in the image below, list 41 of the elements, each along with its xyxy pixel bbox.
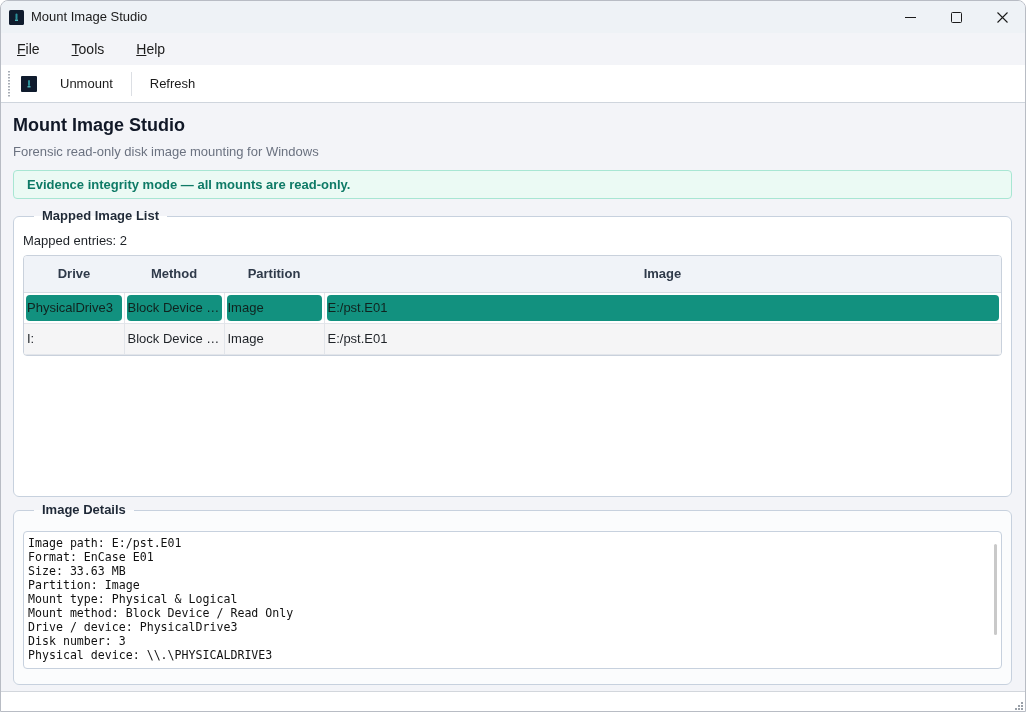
minimize-icon xyxy=(904,16,916,18)
column-header[interactable]: Method xyxy=(124,256,224,292)
read-only-notice: Evidence integrity mode — all mounts are read-only. xyxy=(13,170,1012,199)
column-header[interactable]: Partition xyxy=(224,256,324,292)
menu-item[interactable]: Tools xyxy=(55,33,121,65)
table-cell[interactable]: Image xyxy=(226,325,322,352)
detail-line: Disk number: 3 xyxy=(28,634,127,648)
column-header[interactable]: Drive xyxy=(24,256,124,292)
detail-line: Format: EnCase E01 xyxy=(28,550,155,564)
table-cell[interactable]: I: xyxy=(26,325,122,352)
table-cell[interactable]: PhysicalDrive3 xyxy=(26,294,122,321)
mount-tool-icon[interactable] xyxy=(21,75,37,92)
detail-line: Mount type: Physical & Logical xyxy=(28,592,239,606)
page-subtitle: Forensic read-only disk image mounting for Windows xyxy=(13,144,320,160)
window-title: Mount Image Studio xyxy=(31,8,148,27)
detail-line: Drive / device: PhysicalDrive3 xyxy=(28,620,239,634)
toolbar-button[interactable]: Unmount xyxy=(42,68,131,99)
table-cell[interactable]: Block Device … xyxy=(126,294,222,321)
resize-grip-icon[interactable] xyxy=(1015,702,1023,710)
table-cell[interactable]: Block Device … xyxy=(126,325,222,352)
detail-line: Size: 33.63 MB xyxy=(28,564,127,578)
table-cell[interactable]: E:/pst.E01 xyxy=(326,294,999,321)
page-heading: Mount Image Studio xyxy=(13,114,186,136)
entry-count: Mapped entries: 2 xyxy=(23,233,129,249)
panel-title: Mapped Image List xyxy=(41,208,161,224)
maximize-icon xyxy=(950,11,962,23)
detail-line: Image path: E:/pst.E01 xyxy=(28,536,183,550)
app-logo-icon xyxy=(9,9,24,25)
column-header[interactable]: Image xyxy=(324,256,1001,292)
panel-title: Image Details xyxy=(41,502,127,518)
menu-item[interactable]: File xyxy=(1,33,56,65)
menu-item[interactable]: Help xyxy=(120,33,182,65)
table-cell[interactable]: E:/pst.E01 xyxy=(326,325,999,352)
detail-line: Physical device: \\.\PHYSICALDRIVE3 xyxy=(28,648,274,662)
details-text-area[interactable] xyxy=(23,531,1002,669)
close-icon xyxy=(996,11,1008,23)
detail-line: Mount method: Block Device / Read Only xyxy=(28,606,295,620)
toolbar-button[interactable]: Refresh xyxy=(131,68,214,99)
table-cell[interactable]: Image xyxy=(226,294,322,321)
detail-line: Partition: Image xyxy=(28,578,141,592)
scrollbar-thumb[interactable] xyxy=(994,544,997,635)
